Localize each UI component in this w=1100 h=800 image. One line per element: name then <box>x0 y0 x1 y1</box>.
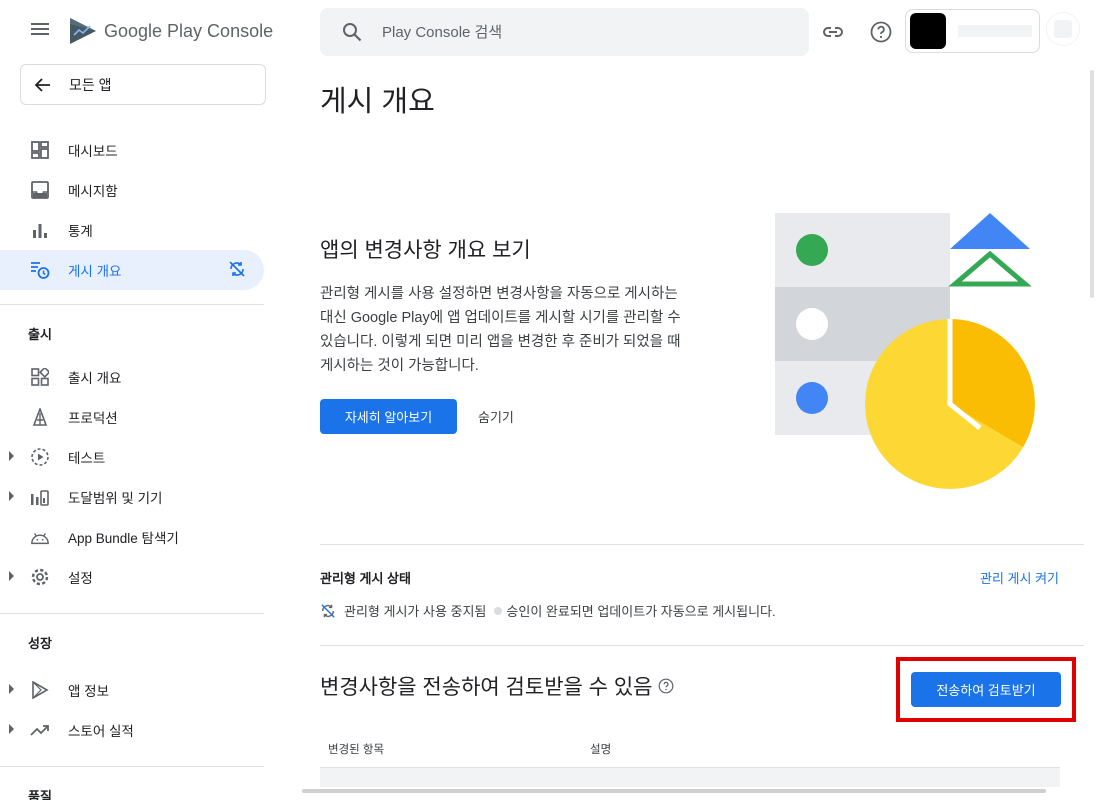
sidebar-item-label: 앱 정보 <box>68 684 110 699</box>
vertical-scrollbar[interactable] <box>1090 70 1094 298</box>
dashboard-icon <box>30 140 50 160</box>
sidebar: Google Play Console 모든 앱 대시보드 메시지함 통계 게시… <box>0 0 280 800</box>
sidebar-item-label: 통계 <box>68 224 93 239</box>
turn-on-managed-publishing-link[interactable]: 관리 게시 켜기 <box>980 568 1059 587</box>
column-header-description: 설명 <box>590 744 612 756</box>
status-separator-dot <box>494 606 503 615</box>
sidebar-item-label: 대시보드 <box>68 144 118 159</box>
avatar[interactable] <box>1046 12 1080 46</box>
illus-blue-triangle <box>950 213 1030 249</box>
expand-caret-icon[interactable] <box>9 724 14 734</box>
expand-caret-icon[interactable] <box>9 451 14 461</box>
sidebar-item-app-info[interactable]: 앱 정보 <box>0 670 280 710</box>
account-name-placeholder <box>958 25 1032 37</box>
developer-account-switcher[interactable] <box>905 9 1040 53</box>
learn-more-button[interactable]: 자세히 알아보기 <box>320 399 457 434</box>
hero-title: 앱의 변경사항 개요 보기 <box>320 239 531 262</box>
logo[interactable]: Google Play Console <box>68 16 273 46</box>
column-header-changed-item: 변경된 항목 <box>328 744 385 756</box>
page-title: 게시 개요 <box>320 86 435 118</box>
sidebar-item-label: App Bundle 탐색기 <box>68 531 179 546</box>
arrow-back-icon <box>34 77 50 92</box>
illus-blue-dot <box>796 382 828 414</box>
hide-button[interactable]: 숨기기 <box>478 407 514 426</box>
help-icon[interactable] <box>658 678 674 694</box>
avatar-placeholder <box>1054 20 1072 38</box>
play-console-app: Google Play Console 모든 앱 대시보드 메시지함 통계 게시… <box>0 0 1100 800</box>
section-divider <box>320 645 1084 646</box>
android-icon <box>30 527 50 547</box>
managed-publishing-status-text: 관리형 게시가 사용 중지됨 <box>344 604 487 619</box>
managed-publishing-status-detail: 승인이 완료되면 업데이트가 자동으로 게시됩니다. <box>506 604 776 619</box>
sidebar-item-reach-devices[interactable]: 도달범위 및 기기 <box>0 477 280 517</box>
sidebar-item-label: 출시 개요 <box>68 371 122 386</box>
sidebar-divider <box>0 304 264 305</box>
table-row <box>320 767 1060 787</box>
sidebar-item-testing[interactable]: 테스트 <box>0 437 280 477</box>
search-bar[interactable] <box>320 8 809 56</box>
sidebar-item-dashboard[interactable]: 대시보드 <box>0 130 280 170</box>
reach-devices-icon <box>30 487 50 507</box>
section-title-quality: 품질 <box>28 788 52 800</box>
play-icon <box>30 680 50 700</box>
illus-white-dot <box>796 308 828 340</box>
all-apps-button[interactable]: 모든 앱 <box>20 64 266 105</box>
expand-caret-icon[interactable] <box>9 684 14 694</box>
sidebar-item-app-bundle-explorer[interactable]: App Bundle 탐색기 <box>0 517 280 557</box>
horizontal-scrollbar[interactable] <box>302 789 1046 793</box>
sync-disabled-icon <box>321 603 335 618</box>
sidebar-item-inbox[interactable]: 메시지함 <box>0 170 280 210</box>
testing-icon <box>30 447 50 467</box>
logo-text: Google Play Console <box>104 20 274 41</box>
sidebar-item-production[interactable]: 프로덕션 <box>0 397 280 437</box>
sidebar-item-label: 스토어 실적 <box>68 724 134 739</box>
gear-icon <box>30 567 50 587</box>
sidebar-item-label: 설정 <box>68 571 93 586</box>
sidebar-item-settings[interactable]: 설정 <box>0 557 280 597</box>
trending-up-icon <box>30 720 50 740</box>
publishing-overview-icon <box>30 260 50 280</box>
help-icon[interactable] <box>869 20 893 44</box>
sidebar-item-store-performance[interactable]: 스토어 실적 <box>0 710 280 750</box>
sidebar-item-publishing-overview[interactable]: 게시 개요 <box>0 250 264 290</box>
sync-disabled-icon <box>229 261 245 277</box>
all-apps-label: 모든 앱 <box>69 76 112 93</box>
section-divider <box>320 544 1084 545</box>
expand-caret-icon[interactable] <box>9 571 14 581</box>
sidebar-divider <box>0 613 264 614</box>
managed-publishing-status: 관리형 게시가 사용 중지됨 승인이 완료되면 업데이트가 자동으로 게시됩니다… <box>320 601 776 620</box>
expand-caret-icon[interactable] <box>9 491 14 501</box>
search-icon <box>343 23 362 42</box>
sidebar-item-statistics[interactable]: 통계 <box>0 210 280 250</box>
link-icon[interactable] <box>821 20 845 44</box>
play-console-logo-icon <box>70 18 96 44</box>
sidebar-divider <box>0 766 264 767</box>
sidebar-item-label: 도달범위 및 기기 <box>68 491 163 506</box>
inbox-icon <box>30 180 50 200</box>
bar-chart-icon <box>30 220 50 240</box>
account-logo <box>910 13 946 49</box>
managed-publishing-illustration <box>775 213 1035 489</box>
sidebar-item-release-overview[interactable]: 출시 개요 <box>0 357 280 397</box>
send-for-review-title: 변경사항을 전송하여 검토받을 수 있음 <box>320 671 674 701</box>
sidebar-item-label: 게시 개요 <box>68 264 122 279</box>
search-input[interactable] <box>382 23 782 41</box>
sidebar-item-label: 프로덕션 <box>68 411 118 426</box>
hero-description: 관리형 게시를 사용 설정하면 변경사항을 자동으로 게시하는 대신 Googl… <box>320 286 681 374</box>
managed-publishing-title: 관리형 게시 상태 <box>320 571 411 586</box>
sidebar-item-label: 메시지함 <box>68 184 118 199</box>
production-icon <box>30 407 50 427</box>
section-title-grow: 성장 <box>28 635 52 651</box>
illus-green-triangle <box>948 250 1032 287</box>
sidebar-item-label: 테스트 <box>68 451 106 466</box>
send-for-review-button[interactable]: 전송하여 검토받기 <box>911 672 1061 707</box>
section-title-release: 출시 <box>28 326 52 342</box>
illus-green-dot <box>796 234 828 266</box>
menu-icon[interactable] <box>28 20 52 44</box>
release-overview-icon <box>30 367 50 387</box>
send-for-review-title-text: 변경사항을 전송하여 검토받을 수 있음 <box>320 676 653 699</box>
sidebar-nav: 대시보드 메시지함 통계 게시 개요 출시 출시 개요 프로덕션 테스트 도달범… <box>0 130 280 800</box>
